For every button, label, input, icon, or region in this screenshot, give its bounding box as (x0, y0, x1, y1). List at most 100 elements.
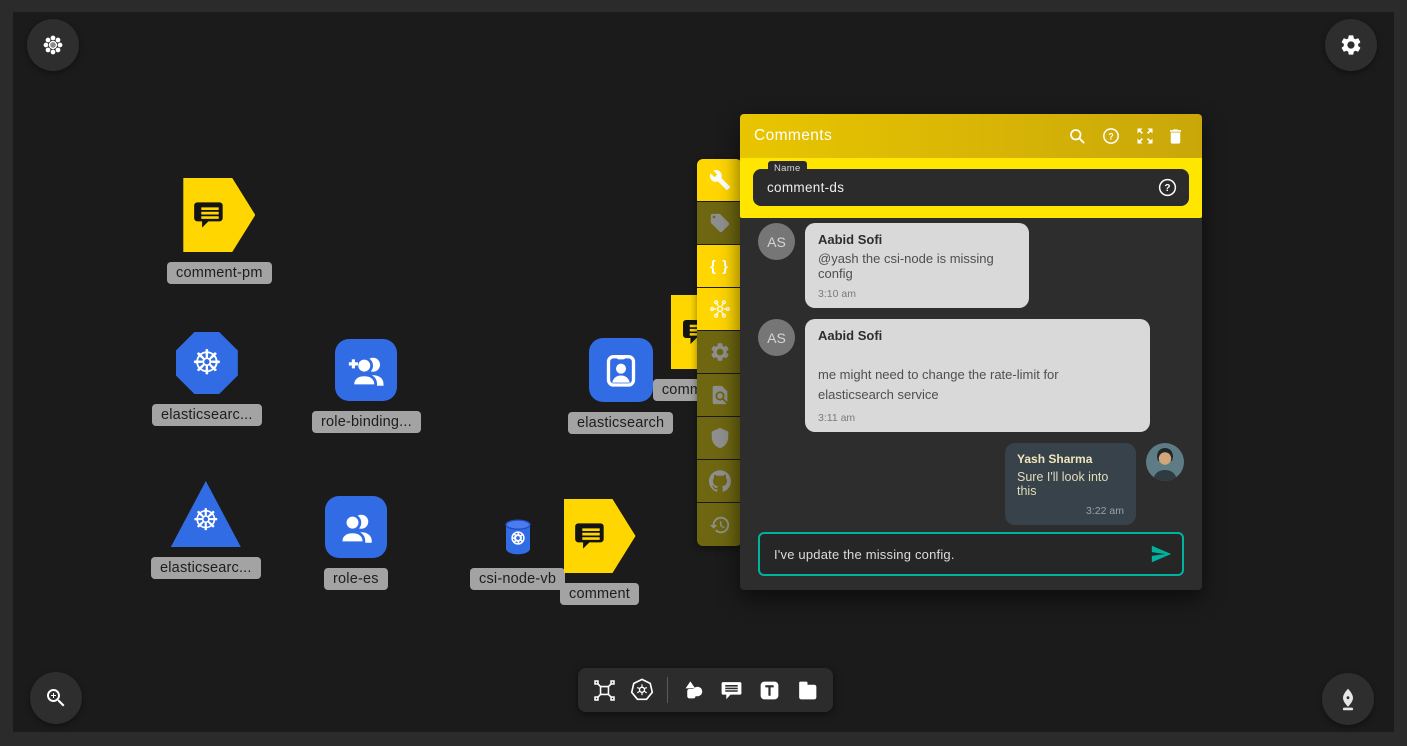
node-elasticsearch-sa[interactable]: elasticsearch (568, 338, 673, 434)
message-author: Yash Sharma (1017, 452, 1124, 466)
node-label: role-binding... (312, 411, 421, 433)
message-bubble: Yash Sharma Sure I'll look into this 3:2… (1005, 443, 1136, 525)
help-icon: ? (1101, 126, 1121, 146)
kubernetes-components-button[interactable] (629, 677, 655, 703)
send-icon (1150, 543, 1172, 565)
design-mode-button[interactable] (591, 677, 617, 703)
name-field-label: Name (768, 161, 807, 176)
braces-icon: { } (710, 258, 729, 275)
node-role-binding[interactable]: role-binding... (312, 339, 421, 433)
doc-search-icon (709, 384, 731, 406)
svg-text:?: ? (1164, 183, 1170, 194)
node-label: comment-pm (167, 262, 272, 284)
search-icon (1067, 126, 1087, 146)
search-button[interactable] (1060, 126, 1094, 146)
node-label: comment (560, 583, 639, 605)
app-logo-button[interactable] (27, 19, 79, 71)
speech-bubble-icon (191, 196, 229, 234)
message-time: 3:11 am (818, 412, 1137, 424)
role-binding-component-icon[interactable] (335, 339, 397, 401)
kubernetes-wheel-icon: ☸ (192, 346, 222, 380)
add-user-icon (345, 349, 387, 391)
node-label: csi-node-vb (470, 568, 565, 590)
help-button[interactable]: ? (1094, 126, 1128, 146)
settings-button[interactable] (1325, 19, 1377, 71)
expand-icon (1135, 126, 1155, 146)
text-button[interactable] (756, 677, 782, 703)
node-elasticsearch-triangle[interactable]: ☸ elasticsearc... (151, 481, 261, 579)
comments-panel-header[interactable]: Comments ? (740, 114, 1202, 158)
message-row: Yash Sharma Sure I'll look into this 3:2… (758, 443, 1184, 525)
messages-list[interactable]: AS Aabid Sofi @yash the csi-node is miss… (740, 218, 1202, 532)
node-label: elasticsearc... (152, 404, 262, 426)
users-icon (335, 506, 377, 548)
node-label: elasticsearc... (151, 557, 261, 579)
shield-icon (709, 427, 731, 449)
service-account-component-icon[interactable] (589, 338, 653, 402)
pen-tool-button[interactable] (1322, 673, 1374, 725)
kubernetes-wheel-icon: ☸ (192, 506, 219, 536)
github-icon (709, 470, 731, 492)
hub-icon (709, 298, 731, 320)
message-author: Aabid Sofi (818, 232, 1016, 247)
gear-icon (709, 341, 731, 363)
comment-input[interactable] (758, 532, 1184, 576)
message-row: AS Aabid Sofi @yash the csi-node is miss… (758, 223, 1184, 308)
edit-json-tool[interactable]: { } (697, 245, 742, 288)
comment-component-icon[interactable] (564, 499, 636, 573)
message-bubble: Aabid Sofi me might need to change the r… (805, 319, 1150, 432)
delete-button[interactable] (1162, 127, 1188, 146)
comments-panel: Comments ? Name ? AS Aabid Sofi @yash th (740, 114, 1202, 590)
comment-icon (719, 678, 744, 703)
node-label: elasticsearch (568, 412, 673, 434)
node-elasticsearch-octagon[interactable]: ☸ elasticsearc... (152, 332, 262, 426)
settings-tool[interactable] (697, 331, 742, 374)
panel-title: Comments (754, 127, 1060, 145)
message-bubble: Aabid Sofi @yash the csi-node is missing… (805, 223, 1029, 308)
avatar: AS (758, 223, 795, 260)
message-text: @yash the csi-node is missing config (818, 251, 1016, 281)
zoom-in-icon (44, 686, 68, 710)
comment-component-icon[interactable] (183, 178, 255, 252)
image-icon (795, 678, 820, 703)
zoom-in-button[interactable] (30, 672, 82, 724)
node-label: role-es (324, 568, 388, 590)
node-comment-pm[interactable]: comment-pm (167, 178, 272, 284)
history-tool[interactable] (697, 503, 742, 546)
shapes-button[interactable] (680, 677, 706, 703)
speech-bubble-icon (572, 517, 610, 555)
node-role-es[interactable]: role-es (324, 496, 388, 590)
configure-tool[interactable] (697, 159, 742, 202)
node-csi-node[interactable]: csi-node-vb (470, 518, 565, 590)
kubernetes-component-icon[interactable]: ☸ (176, 332, 238, 394)
message-text: me might need to change the rate-limit f… (818, 365, 1137, 405)
tag-icon (709, 212, 731, 234)
image-button[interactable] (794, 677, 820, 703)
name-help-button[interactable]: ? (1157, 177, 1178, 203)
trash-icon (1166, 127, 1185, 146)
kubernetes-tool[interactable] (697, 288, 742, 331)
security-tool[interactable] (697, 417, 742, 460)
id-badge-icon (601, 350, 641, 390)
toolbar-divider (667, 677, 668, 703)
comment-button[interactable] (718, 677, 744, 703)
kubernetes-icon (629, 677, 655, 703)
storage-component-icon[interactable] (502, 518, 534, 558)
message-author: Aabid Sofi (818, 328, 1137, 343)
canvas-tools-toolbar (578, 668, 833, 712)
cylinder-icon (502, 518, 534, 558)
flower-logo-icon (40, 32, 66, 58)
avatar: AS (758, 319, 795, 356)
send-button[interactable] (1150, 543, 1172, 570)
expand-button[interactable] (1128, 126, 1162, 146)
label-tool[interactable] (697, 202, 742, 245)
message-row: AS Aabid Sofi me might need to change th… (758, 319, 1184, 432)
name-input[interactable] (753, 169, 1189, 206)
inspect-tool[interactable] (697, 374, 742, 417)
node-comment[interactable]: comment (560, 499, 639, 605)
github-tool[interactable] (697, 460, 742, 503)
kubernetes-component-icon[interactable]: ☸ (171, 481, 241, 547)
pen-nib-icon (1335, 686, 1361, 712)
help-icon: ? (1157, 177, 1178, 198)
role-component-icon[interactable] (325, 496, 387, 558)
